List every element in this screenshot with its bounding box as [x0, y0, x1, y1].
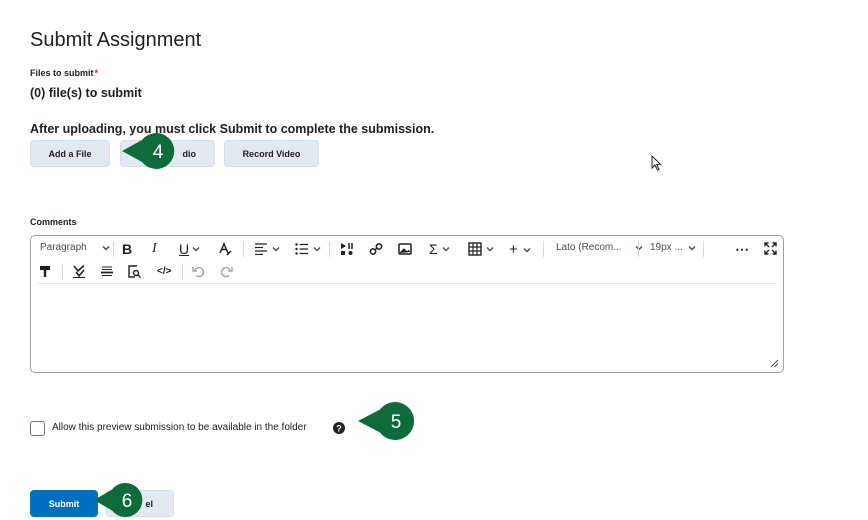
undo-icon[interactable] — [192, 265, 205, 278]
preview-availability-label: Allow this preview submission to be avai… — [52, 422, 307, 433]
files-to-submit-label: Files to submit* — [30, 68, 98, 78]
comments-editor[interactable]: Paragraph B I U Σ + Lato (Recom... 19px … — [30, 235, 784, 373]
italic-icon[interactable]: I — [152, 241, 157, 257]
fullscreen-icon[interactable] — [764, 242, 777, 255]
media-icon[interactable] — [340, 242, 354, 256]
paragraph-select[interactable]: Paragraph — [40, 242, 111, 253]
underline-glyph: U — [179, 241, 190, 257]
font-size-value: 19px ... — [650, 242, 683, 253]
equation-icon[interactable]: Σ — [429, 241, 451, 257]
svg-text:?: ? — [336, 423, 342, 433]
callout-4: 4 — [122, 133, 175, 169]
toolbar-separator — [638, 241, 639, 257]
toolbar-separator — [543, 241, 544, 257]
comments-text-area[interactable] — [37, 288, 776, 360]
text-color-icon[interactable] — [218, 242, 232, 256]
font-family-select[interactable]: Lato (Recom... — [556, 242, 644, 253]
sigma-glyph: Σ — [429, 241, 438, 257]
format-painter-icon[interactable] — [39, 265, 51, 278]
underline-icon[interactable]: U — [179, 241, 201, 257]
toolbar-separator — [182, 264, 183, 280]
record-video-button[interactable]: Record Video — [224, 140, 319, 167]
toolbar-separator — [113, 241, 114, 257]
files-label-text: Files to submit — [30, 68, 94, 78]
resize-grip-icon[interactable] — [770, 359, 779, 368]
plus-glyph: + — [509, 241, 518, 258]
spellcheck-icon[interactable] — [72, 265, 86, 278]
chevron-down-icon — [313, 247, 321, 252]
list-icon[interactable] — [295, 243, 322, 255]
chevron-down-icon — [192, 247, 200, 252]
font-size-select[interactable]: 19px ... — [650, 242, 697, 253]
toolbar-divider — [37, 283, 776, 284]
chevron-down-icon — [442, 247, 450, 252]
toolbar-separator — [703, 241, 704, 257]
submit-button[interactable]: Submit — [30, 490, 98, 517]
redo-icon[interactable] — [220, 265, 233, 278]
callout-4-number: 4 — [153, 142, 164, 163]
preview-availability-checkbox[interactable] — [30, 421, 45, 436]
chevron-down-icon — [272, 247, 280, 252]
mouse-cursor-icon — [651, 155, 662, 171]
callout-6-number: 6 — [122, 491, 133, 512]
chevron-down-icon — [102, 245, 110, 250]
link-icon[interactable] — [369, 242, 383, 256]
page-title: Submit Assignment — [30, 29, 202, 51]
required-marker: * — [94, 68, 99, 78]
table-icon[interactable] — [468, 242, 495, 256]
font-family-value: Lato (Recom... — [556, 242, 622, 253]
source-code-icon[interactable]: </> — [157, 266, 171, 277]
chevron-down-icon — [486, 247, 494, 252]
preview-icon[interactable] — [128, 265, 141, 278]
horizontal-rule-icon[interactable] — [100, 266, 114, 277]
chevron-down-icon — [523, 247, 531, 252]
comments-label: Comments — [30, 217, 77, 227]
help-icon[interactable]: ? — [333, 422, 345, 434]
insert-icon[interactable]: + — [509, 241, 532, 258]
callout-5-number: 5 — [391, 412, 402, 433]
files-count: (0) file(s) to submit — [30, 86, 142, 100]
callout-5: 5 — [358, 402, 415, 440]
toolbar-separator — [329, 241, 330, 257]
add-file-button[interactable]: Add a File — [30, 140, 110, 167]
toolbar-separator — [243, 241, 244, 257]
more-icon[interactable]: ⋯ — [735, 241, 750, 258]
paragraph-select-value: Paragraph — [40, 242, 87, 253]
upload-instruction: After uploading, you must click Submit t… — [30, 122, 435, 136]
callout-6: 6 — [94, 483, 143, 517]
image-icon[interactable] — [398, 242, 412, 256]
bold-icon[interactable]: B — [122, 241, 132, 257]
chevron-down-icon — [688, 245, 696, 250]
toolbar-separator — [62, 264, 63, 280]
align-icon[interactable] — [254, 243, 281, 255]
